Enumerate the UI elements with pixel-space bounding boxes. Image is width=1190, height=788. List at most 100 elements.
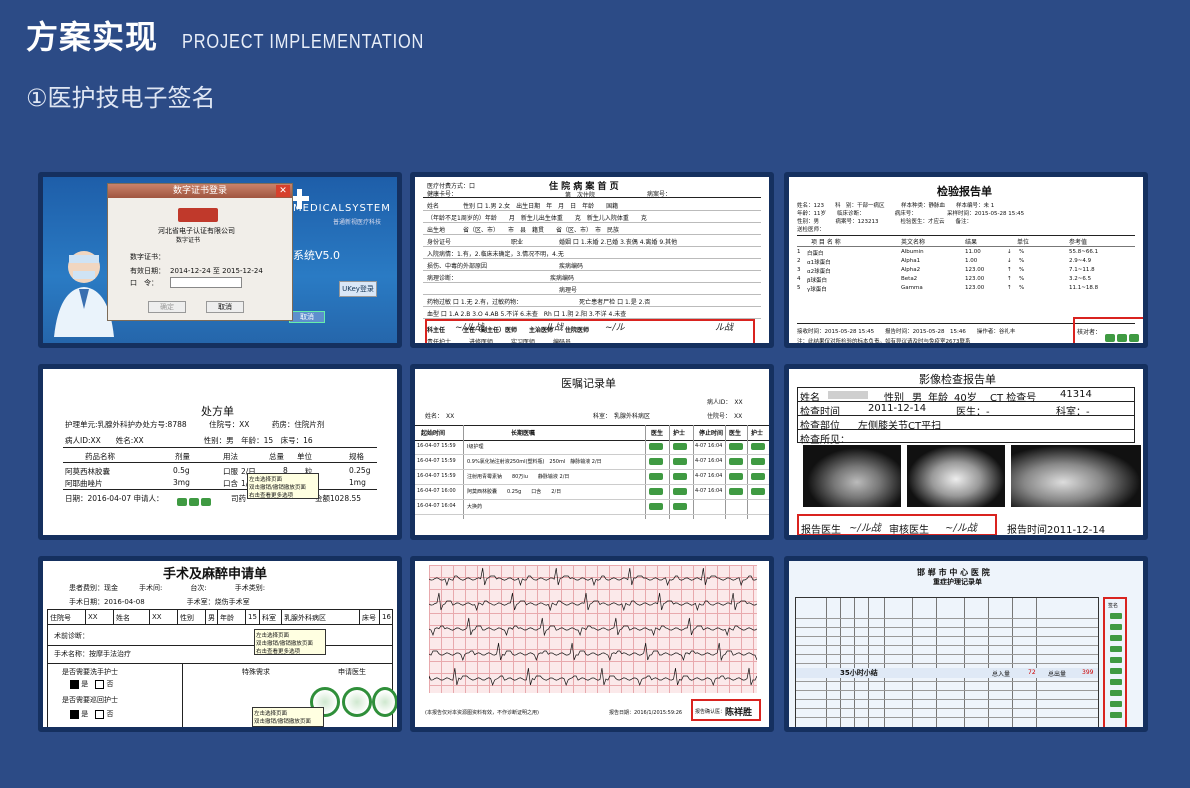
tooltip-line-3: 右击查看更多选项 [256, 649, 301, 655]
cancel-button-main[interactable]: 取消 [289, 311, 325, 323]
ecg-lead-trace [428, 567, 758, 587]
lab-cell: 2.9~4.9 [1069, 258, 1092, 264]
ca-company-sub: 数字证书 [176, 237, 201, 244]
lab-cell: 2 [797, 258, 801, 264]
prescription-card[interactable]: 处方单 护理单元:乳腺外科护办处方号:8788 住院号：XX 药房：住院片剂 病… [38, 364, 402, 540]
special-needs-label: 特殊需求 [242, 668, 270, 676]
icu-row-divider [796, 699, 1098, 700]
medical-orders-card[interactable]: 医嘱记录单 病人ID： XX 姓名： XX 科室： 乳腺外科病区 住院号： XX… [410, 364, 774, 540]
sign-stamp-icon [1110, 679, 1122, 685]
lab-title: 检验报告单 [937, 185, 992, 198]
rx-cell: 阿耶曲唑片 [65, 479, 103, 488]
rx-header-cell: 药品名称 [85, 452, 115, 461]
surgery-request-card[interactable]: 手术及麻醉申请单 患者费别：现金 手术间: 台次: 手术类别: 手术日期：201… [38, 556, 402, 732]
orders-header-cell: 护士 [751, 430, 764, 437]
record-row: 病理诊断： 疾病编码 [427, 275, 575, 282]
scrub-nurse-label: 是否需要洗手护士 [62, 668, 118, 676]
surgery-line-1: 患者费别：现金 手术间: 台次: 手术类别: [69, 584, 266, 592]
lab-cell: 1 [797, 249, 801, 255]
rx-cell: 阿莫西林胶囊 [65, 467, 110, 476]
row-divider [423, 306, 761, 307]
ok-button[interactable]: 确定 [148, 301, 186, 313]
imaging-cell: 男 [912, 393, 922, 404]
sign-stamp-icon [1110, 646, 1122, 652]
ct-image-3 [1011, 445, 1141, 507]
lab-cell: ↑ [1007, 267, 1012, 273]
login-screenshot-card[interactable]: MEDICALSYSTEM 普通新视医疗科技 系统V5.0 UKey登录 取消 … [38, 172, 402, 348]
imaging-report-card[interactable]: 影像检查报告单 姓名 性别男年龄 40岁 CT 检查号 41314 检查时间 2011-1… [784, 364, 1148, 540]
ecg-report-card[interactable]: (本报告仅对本资源图资料有效，不作诊断证明之用) 报告日期：2016/1/201… [410, 556, 774, 732]
surgery-header-cell: 性别 [180, 614, 194, 622]
imaging-title: 影像检查报告单 [919, 373, 996, 386]
sign-stamp-icon [1110, 690, 1122, 696]
ecg-traces [428, 567, 758, 687]
surgery-col-divider [85, 610, 86, 624]
imaging-info-table: 姓名 性别男年龄 40岁 CT 检查号 41314 检查时间 2011-12-14 医生：-… [797, 387, 1135, 446]
stamp-icon [673, 488, 687, 495]
surgery-col-divider [113, 610, 114, 624]
cancel-button[interactable]: 取消 [206, 301, 244, 313]
orders-header-cell: 护士 [673, 430, 686, 437]
stamp-icon [751, 473, 765, 480]
surgery-col-divider [281, 610, 282, 624]
order-start-time: 16-04-07 15:59 [417, 473, 456, 479]
brand-name: MEDICALSYSTEM [293, 203, 391, 214]
rx-header-cell: 单位 [297, 452, 312, 461]
orders-header-cell: 医生 [729, 430, 742, 437]
imaging-cell: CT 检查号 [990, 393, 1037, 404]
imaging-cell: 40岁 [954, 393, 977, 404]
record-row: 损伤、中毒的外部原因 疾病编码 [427, 263, 584, 270]
stamp-icon [673, 503, 687, 510]
orders-admit-no: 住院号： XX [707, 413, 743, 420]
orders-dept: 科室： 乳腺外科病区 [593, 413, 651, 420]
lab-cell: ↓ [1007, 258, 1012, 264]
rx-cell: 1mg [349, 478, 366, 487]
order-start-time: 16-04-07 16:04 [417, 503, 456, 509]
lab-cell: 123.00 [965, 267, 985, 273]
lab-row: 4 β球蛋白 Beta2 123.00 ↑% 3.2~6.5 [797, 276, 1137, 285]
lab-cell: ↑ [1007, 276, 1012, 282]
rx-header-cell: 用法 [223, 452, 238, 461]
lab-cell: 123.00 [965, 276, 985, 282]
icu-nursing-record-card[interactable]: 邯 郸 市 中 心 医 院 重症护理记录单 35小时小结 总入量 72 总出量 … [784, 556, 1148, 732]
imaging-findings-label: 检查所见： [800, 435, 850, 446]
imaging-cell: 年龄 [928, 393, 948, 404]
tooltip-line-3: 右击查看更多选项 [249, 493, 294, 499]
surgery-col-divider [217, 610, 218, 624]
order-text: 注射用青霉素钠 80万iu 静脉输液 2/日 [467, 474, 570, 480]
sign-stamp-icon [1110, 635, 1122, 641]
surgery-header-cell: 科室 [262, 614, 276, 622]
ecg-signature-highlight: 报告确认医： 陈祥胜 [691, 699, 761, 721]
lab-report-card[interactable]: 检验报告单 姓名：123 科 别：干部一病区 样本种类：静脉血 样本编号：未 1… [784, 172, 1148, 348]
tooltip-line-2: 双击撤销/撤销撤放页面 [254, 719, 311, 725]
inpatient-record-card[interactable]: 医疗付费方式：口 住 院 病 案 首 页 健康卡号： 第 次住院 病案号： 姓名… [410, 172, 774, 348]
no-label-2: 否 [106, 710, 114, 718]
record-row: （年龄不足1周岁的）年龄 月 新生儿出生体重 克 新生儿入院体重 克 [427, 215, 647, 222]
order-stop-time: 4-07 16:04 [695, 443, 723, 449]
rx-cell: 口含 [223, 479, 238, 488]
close-icon[interactable]: ✕ [276, 185, 290, 197]
ukey-login-button[interactable]: UKey登录 [339, 281, 377, 297]
row-divider [423, 294, 761, 295]
ecg-report-date: 报告日期：2016/1/2015:59:26 [609, 710, 683, 716]
rx-tooltip: 左击选择页面 双击撤销/撤销撤放页面 右击查看更多选项 [247, 473, 319, 499]
rx-date: 日期：2016-04-07 申请人： [65, 494, 164, 503]
orders-patient-id: 病人ID： XX [707, 399, 743, 406]
row-divider [423, 234, 761, 235]
rx-cell: 0.25g [349, 466, 371, 475]
lab-cell: % [1019, 258, 1025, 264]
applicant-label: 申请医生 [338, 668, 366, 676]
surgery-col-divider [245, 610, 246, 624]
order-stop-time: 4-07 16:04 [695, 488, 723, 494]
password-input[interactable] [170, 277, 242, 288]
icu-row-divider [796, 663, 1098, 664]
record-row: 入院病情：1.有，2.临床未确定，3.情况不明，4.无 [427, 251, 564, 258]
imaging-cell: 科室：- [1056, 407, 1090, 418]
lab-cell: β球蛋白 [807, 278, 828, 284]
lab-cell: α1球蛋白 [807, 260, 831, 266]
stamp-icon [729, 443, 743, 450]
lab-footer-note: 注：此结果仅对所检验的标本负责。如有异议请及时与免疫室2673联系 [797, 339, 971, 345]
blurred-name [828, 391, 868, 399]
orders-name: 姓名： XX [425, 413, 455, 420]
surgery-header-cell: 姓名 [116, 614, 130, 622]
